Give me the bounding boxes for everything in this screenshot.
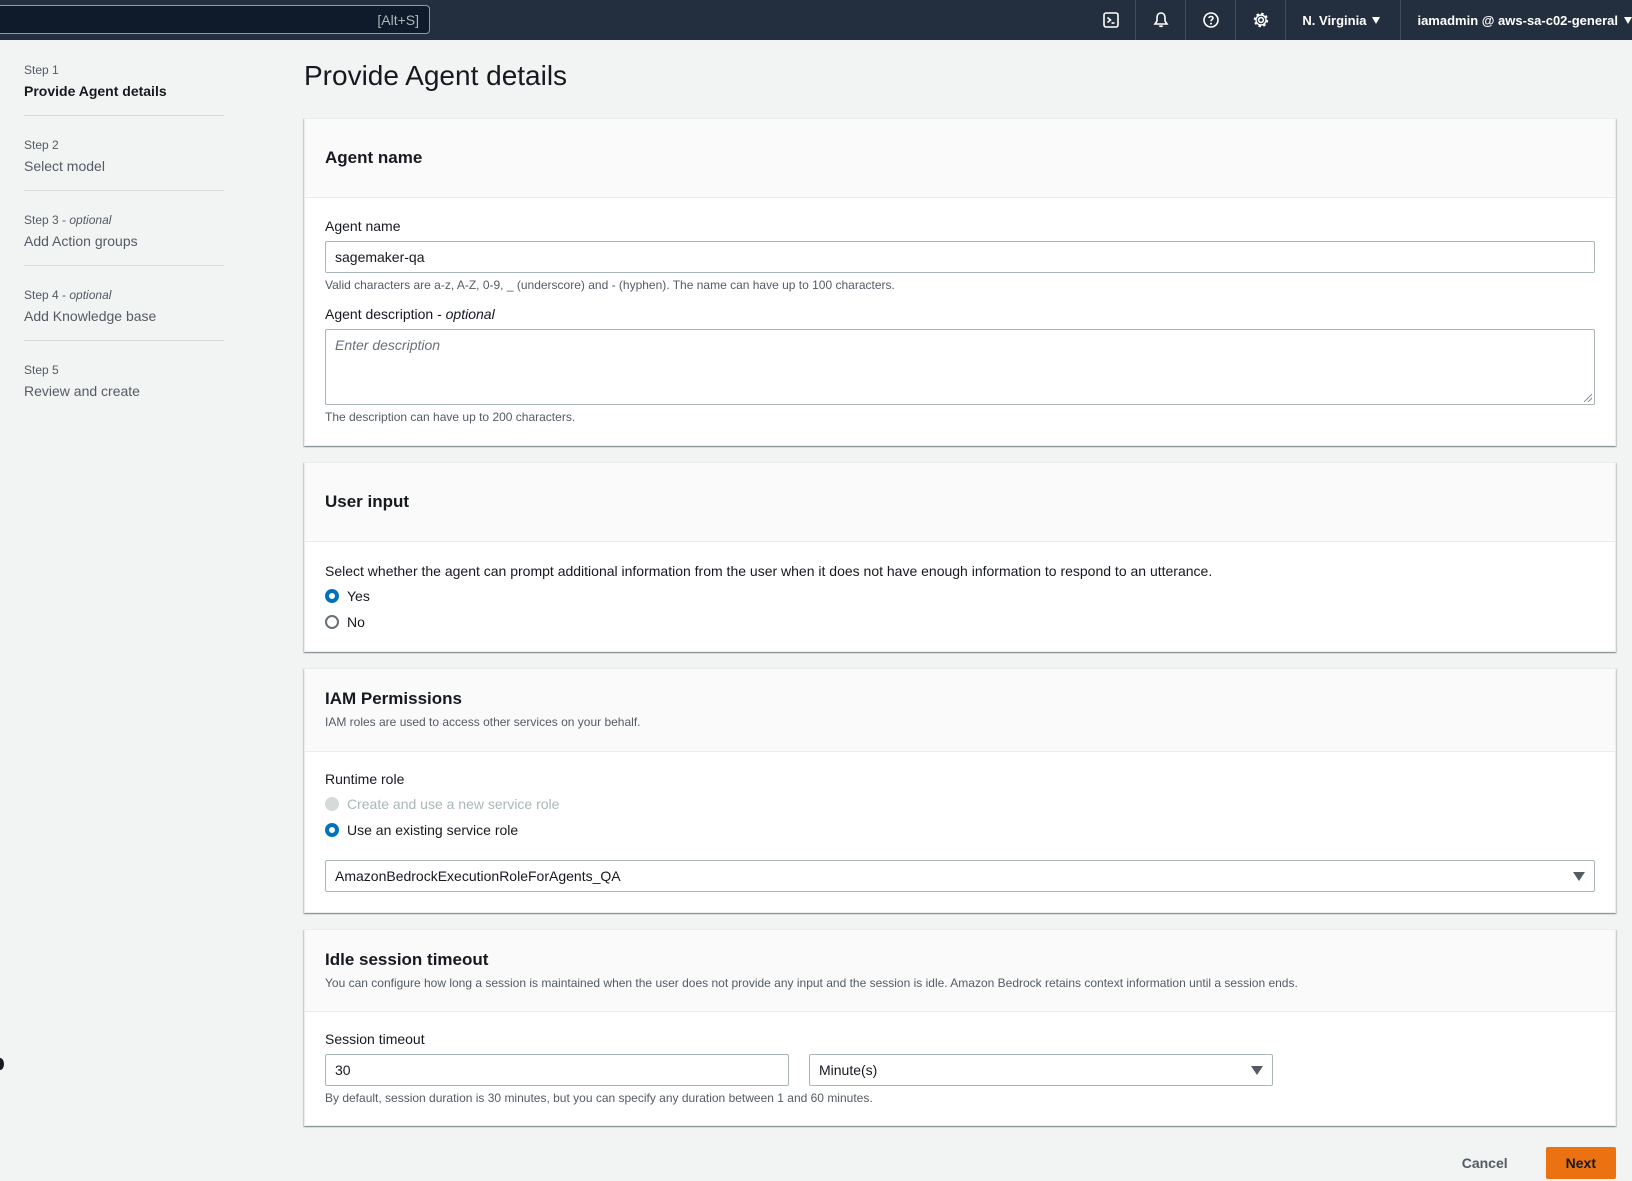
section-description: You can configure how long a session is … <box>325 976 1298 990</box>
radio-label: Yes <box>347 588 370 604</box>
radio-yes[interactable]: Yes <box>325 583 1595 609</box>
step-number: Step 5 <box>24 363 59 377</box>
nav-utilities: N. Virginia iamadmin @ aws-sa-c02-genera… <box>1086 0 1632 40</box>
radio-label: Create and use a new service role <box>347 796 560 812</box>
step-title: Review and create <box>24 383 140 399</box>
edge-handle <box>0 1058 4 1070</box>
search-input[interactable]: [Alt+S] <box>0 5 430 34</box>
idle-session-container: Idle session timeout You can configure h… <box>304 929 1616 1126</box>
cancel-button[interactable]: Cancel <box>1442 1149 1528 1177</box>
container-header: User input <box>305 463 1615 542</box>
search-shortcut-hint: [Alt+S] <box>377 11 419 28</box>
step-number: Step 4 - optional <box>24 288 112 302</box>
section-title: User input <box>325 492 410 511</box>
runtime-role-label: Runtime role <box>325 771 405 787</box>
radio-button-checked[interactable] <box>325 823 339 837</box>
container-header: Agent name <box>305 119 1615 198</box>
agent-name-hint: Valid characters are a-z, A-Z, 0-9, _ (u… <box>325 278 895 292</box>
step-number: Step 1 <box>24 63 59 77</box>
user-input-question: Select whether the agent can prompt addi… <box>325 563 1213 579</box>
wizard-step-3[interactable]: Step 3 - optional Add Action groups <box>24 205 224 266</box>
wizard-step-2[interactable]: Step 2 Select model <box>24 130 224 191</box>
region-label: N. Virginia <box>1302 12 1367 28</box>
iam-permissions-container: IAM Permissions IAM roles are used to ac… <box>304 668 1616 913</box>
next-button[interactable]: Next <box>1545 1147 1616 1179</box>
radio-button-disabled <box>325 797 339 811</box>
section-title: IAM Permissions <box>325 689 462 708</box>
agent-name-value: sagemaker-qa <box>335 249 425 265</box>
caret-down-icon <box>1251 1065 1263 1075</box>
wizard-actions: Cancel Next <box>1442 1147 1616 1179</box>
radio-button-checked[interactable] <box>325 589 339 603</box>
agent-description-label: Agent description - optional <box>325 306 495 322</box>
gear-icon[interactable] <box>1236 0 1287 40</box>
radio-create-new-role: Create and use a new service role <box>325 791 1595 817</box>
agent-name-container: Agent name Agent name sagemaker-qa Valid… <box>304 118 1616 446</box>
agent-name-label: Agent name <box>325 218 401 234</box>
service-role-value: AmazonBedrockExecutionRoleForAgents_QA <box>335 868 621 884</box>
region-selector[interactable]: N. Virginia <box>1286 0 1402 40</box>
wizard-step-5[interactable]: Step 5 Review and create <box>24 355 224 415</box>
bell-icon[interactable] <box>1136 0 1187 40</box>
timeout-unit-select[interactable]: Minute(s) <box>809 1054 1273 1086</box>
step-title: Add Knowledge base <box>24 308 157 324</box>
step-title: Select model <box>24 158 105 174</box>
help-icon[interactable] <box>1186 0 1237 40</box>
page-title: Provide Agent details <box>304 60 568 91</box>
section-description: IAM roles are used to access other servi… <box>325 715 641 729</box>
wizard-step-1[interactable]: Step 1 Provide Agent details <box>24 55 224 116</box>
account-label: iamadmin @ aws-sa-c02-general <box>1417 12 1618 28</box>
container-header: IAM Permissions IAM roles are used to ac… <box>305 669 1615 752</box>
section-title: Idle session timeout <box>325 950 489 969</box>
step-title: Provide Agent details <box>24 83 167 99</box>
container-body: Runtime role Create and use a new servic… <box>305 752 1615 912</box>
session-timeout-hint: By default, session duration is 30 minut… <box>325 1091 873 1105</box>
container-body: Select whether the agent can prompt addi… <box>305 542 1615 655</box>
timeout-unit-value: Minute(s) <box>819 1062 878 1078</box>
agent-description-hint: The description can have up to 200 chara… <box>325 410 576 424</box>
user-input-container: User input Select whether the agent can … <box>304 462 1616 652</box>
service-role-select[interactable]: AmazonBedrockExecutionRoleForAgents_QA <box>325 860 1595 892</box>
cloudshell-icon[interactable] <box>1086 0 1137 40</box>
wizard-steps: Step 1 Provide Agent details Step 2 Sele… <box>24 55 224 429</box>
section-title: Agent name <box>325 148 423 167</box>
agent-description-textarea[interactable]: Enter description <box>325 329 1595 405</box>
radio-button[interactable] <box>325 615 339 629</box>
account-menu[interactable]: iamadmin @ aws-sa-c02-general <box>1401 0 1632 40</box>
radio-no[interactable]: No <box>325 609 1595 635</box>
radio-label: Use an existing service role <box>347 822 519 838</box>
caret-down-icon <box>1624 16 1632 24</box>
step-title: Add Action groups <box>24 233 138 249</box>
container-body: Agent name sagemaker-qa Valid characters… <box>305 198 1615 444</box>
session-timeout-value: 30 <box>335 1062 351 1078</box>
session-timeout-row: 30 Minute(s) <box>325 1054 1595 1086</box>
radio-label: No <box>347 614 365 630</box>
step-number: Step 2 <box>24 138 59 152</box>
resize-grip-icon[interactable] <box>1584 394 1592 402</box>
caret-down-icon <box>1372 16 1381 24</box>
step-number: Step 3 - optional <box>24 213 112 227</box>
session-timeout-input[interactable]: 30 <box>325 1054 789 1086</box>
container-body: Session timeout 30 Minute(s) By default,… <box>305 1012 1615 1125</box>
container-header: Idle session timeout You can configure h… <box>305 930 1615 1012</box>
agent-name-input[interactable]: sagemaker-qa <box>325 241 1595 273</box>
session-timeout-label: Session timeout <box>325 1031 425 1047</box>
radio-existing-role[interactable]: Use an existing service role <box>325 817 1595 843</box>
caret-down-icon <box>1573 871 1585 881</box>
wizard-step-4[interactable]: Step 4 - optional Add Knowledge base <box>24 280 224 341</box>
top-navigation: [Alt+S] N. Virginia iamadmin @ aws-sa-c0… <box>0 0 1632 40</box>
description-placeholder: Enter description <box>335 337 441 353</box>
